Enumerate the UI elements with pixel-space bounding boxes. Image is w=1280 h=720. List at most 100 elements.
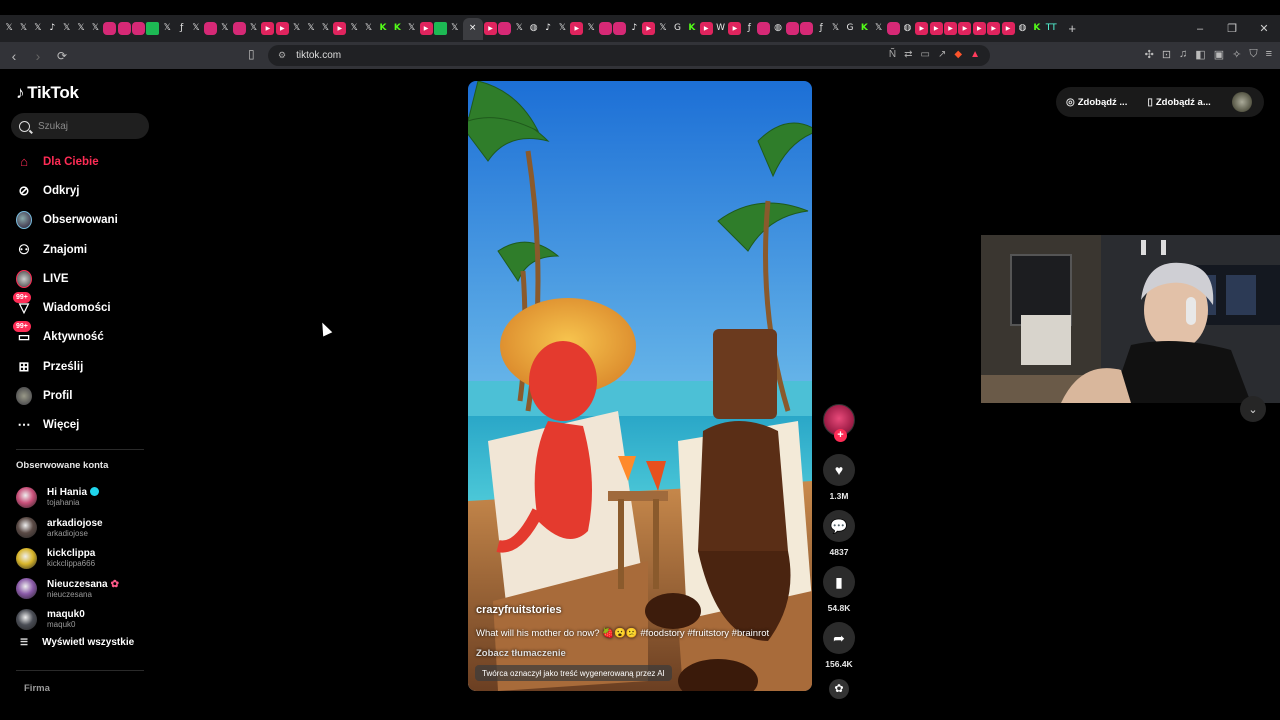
browser-tab[interactable]: ▶ [929,22,943,35]
browser-tab[interactable] [132,22,146,35]
browser-tab[interactable]: 𝕏 [872,22,885,35]
translate-icon[interactable]: ⇄ [904,49,912,60]
browser-tab[interactable]: 𝕏 [348,22,361,35]
get-coins-button[interactable]: Zdobądź ... [1078,97,1128,108]
browser-tab[interactable]: ▶ [275,22,289,35]
browser-tab[interactable]: K [685,22,698,35]
site-info-icon[interactable]: ⚙ [278,50,286,61]
get-app-button[interactable]: Zdobądź a... [1156,97,1211,108]
close-window-button[interactable]: ✕ [1248,22,1280,35]
screenshot-icon[interactable]: ⊡ [1162,48,1171,61]
browser-tab[interactable]: G [671,22,684,35]
sidebar-item-live[interactable]: LIVE [16,264,146,293]
footer-link-firma[interactable]: Firma [24,683,50,694]
menu-icon[interactable]: ≡ [1266,48,1272,61]
browser-tab[interactable]: 𝕏 [247,22,260,35]
video-player[interactable] [468,81,812,691]
browser-tab[interactable]: ▶ [915,22,929,35]
browser-tab[interactable]: ▶ [1001,22,1015,35]
wallet-icon[interactable]: ▣ [1214,48,1224,61]
browser-tab[interactable]: ▶ [972,22,986,35]
browser-tab[interactable]: ▶ [261,22,275,35]
browser-tab[interactable]: ◍ [527,22,540,35]
browser-tab[interactable]: ♪ [46,22,59,35]
scroll-down-button[interactable]: ⌄ [1240,396,1266,422]
sidebar-item-odkryj[interactable]: ⊘ Odkryj [16,176,146,205]
browser-tab[interactable]: 𝕏 [75,22,88,35]
music-disc[interactable]: ✿ [822,679,856,699]
browser-tab[interactable]: ▶ [944,22,958,35]
browser-tab[interactable] [498,22,512,35]
bookmark-icon[interactable]: ▯ [248,47,255,61]
browser-tab[interactable]: 𝕏 [89,22,102,35]
browser-tab[interactable] [433,22,447,35]
browser-tab[interactable]: ◍ [1016,22,1029,35]
browser-tab[interactable]: G [843,22,856,35]
browser-tab[interactable]: K [391,22,404,35]
browser-tab[interactable]: ▶ [958,22,972,35]
browser-tab[interactable]: 𝕏 [305,22,318,35]
browser-tab[interactable] [599,22,613,35]
browser-tab[interactable]: K [858,22,871,35]
browser-tab[interactable] [613,22,627,35]
new-tab-button[interactable]: + [1068,21,1076,36]
followed-account[interactable]: arkadiojose arkadiojose [16,513,156,544]
show-all-button[interactable]: ☰ Wyświetl wszystkie [20,637,134,648]
followed-account[interactable]: Nieuczesana ✿ nieuczesana [16,574,156,605]
browser-tab[interactable]: 𝕏 [31,22,44,35]
browser-tab[interactable]: ♪ [628,22,641,35]
browser-tab[interactable]: ▶ [570,22,584,35]
brave-shield-icon[interactable]: ◆ [954,49,962,60]
follow-plus-icon[interactable]: + [834,429,847,442]
user-avatar[interactable] [1232,92,1252,112]
sidebar-item-znajomi[interactable]: ⚇ Znajomi [16,235,146,264]
reload-icon[interactable]: ⟳ [52,49,72,63]
sidebar-item-dla-ciebie[interactable]: ⌂ Dla Ciebie [16,147,146,176]
no-sound-icon[interactable]: Ñ [889,49,896,60]
share-icon[interactable]: ↗ [938,49,946,60]
search-input[interactable]: Szukaj [11,113,149,139]
sidebar-item-prześlij[interactable]: ⊞ Prześlij [16,352,146,381]
browser-tab[interactable]: ▶ [699,22,713,35]
see-translation-link[interactable]: Zobacz tłumaczenie [476,648,806,659]
browser-tab[interactable]: ƒ [175,22,188,35]
leo-ai-icon[interactable]: ✧ [1232,48,1241,61]
browser-tab[interactable] [203,22,217,35]
sidebar-item-obserwowani[interactable]: Obserwowani [16,206,146,235]
browser-tab[interactable]: K [1030,22,1043,35]
browser-tab[interactable] [886,22,900,35]
music-icon[interactable]: ♫ [1179,48,1187,61]
browser-tab[interactable]: 𝕏 [513,22,526,35]
browser-tab[interactable]: 𝕏 [161,22,174,35]
browser-tab[interactable] [103,22,117,35]
browser-tab[interactable]: ◍ [772,22,785,35]
browser-tab[interactable]: ƒ [743,22,756,35]
tab-active[interactable]: × [462,17,483,40]
browser-tab[interactable]: 𝕏 [3,22,16,35]
browser-tab[interactable]: 𝕏 [290,22,303,35]
vpn-icon[interactable]: ⛉ [1249,48,1257,61]
browser-tab[interactable]: 𝕏 [362,22,375,35]
browser-tab[interactable]: 𝕏 [60,22,73,35]
browser-tab[interactable]: 𝕏 [448,22,461,35]
followed-account[interactable]: Hi Hania tojahania [16,482,156,513]
browser-tab[interactable] [117,22,131,35]
browser-tab[interactable]: ▶ [484,22,498,35]
browser-tab[interactable]: ▶ [642,22,656,35]
browser-tab[interactable]: 𝕏 [556,22,569,35]
browser-tab[interactable] [785,22,799,35]
browser-tab[interactable]: 𝕏 [218,22,231,35]
brave-rewards-icon[interactable]: ▲ [970,49,980,60]
browser-tab[interactable]: TT [1045,22,1058,35]
browser-tab[interactable]: 𝕏 [657,22,670,35]
sidebar-item-więcej[interactable]: ⋯ Więcej [16,411,146,440]
browser-tab[interactable]: 𝕏 [829,22,842,35]
heart-icon[interactable]: ♥ [823,454,855,486]
forward-icon[interactable]: › [28,48,48,64]
browser-tab[interactable] [800,22,814,35]
browser-tab[interactable] [146,22,160,35]
followed-account[interactable]: maquk0 maquk0 [16,604,156,635]
tiktok-logo[interactable]: ♪ TikTok [16,83,79,103]
sidebar-item-aktywność[interactable]: ▭ 99+ Aktywność [13,321,146,352]
browser-tab[interactable]: 𝕏 [190,22,203,35]
